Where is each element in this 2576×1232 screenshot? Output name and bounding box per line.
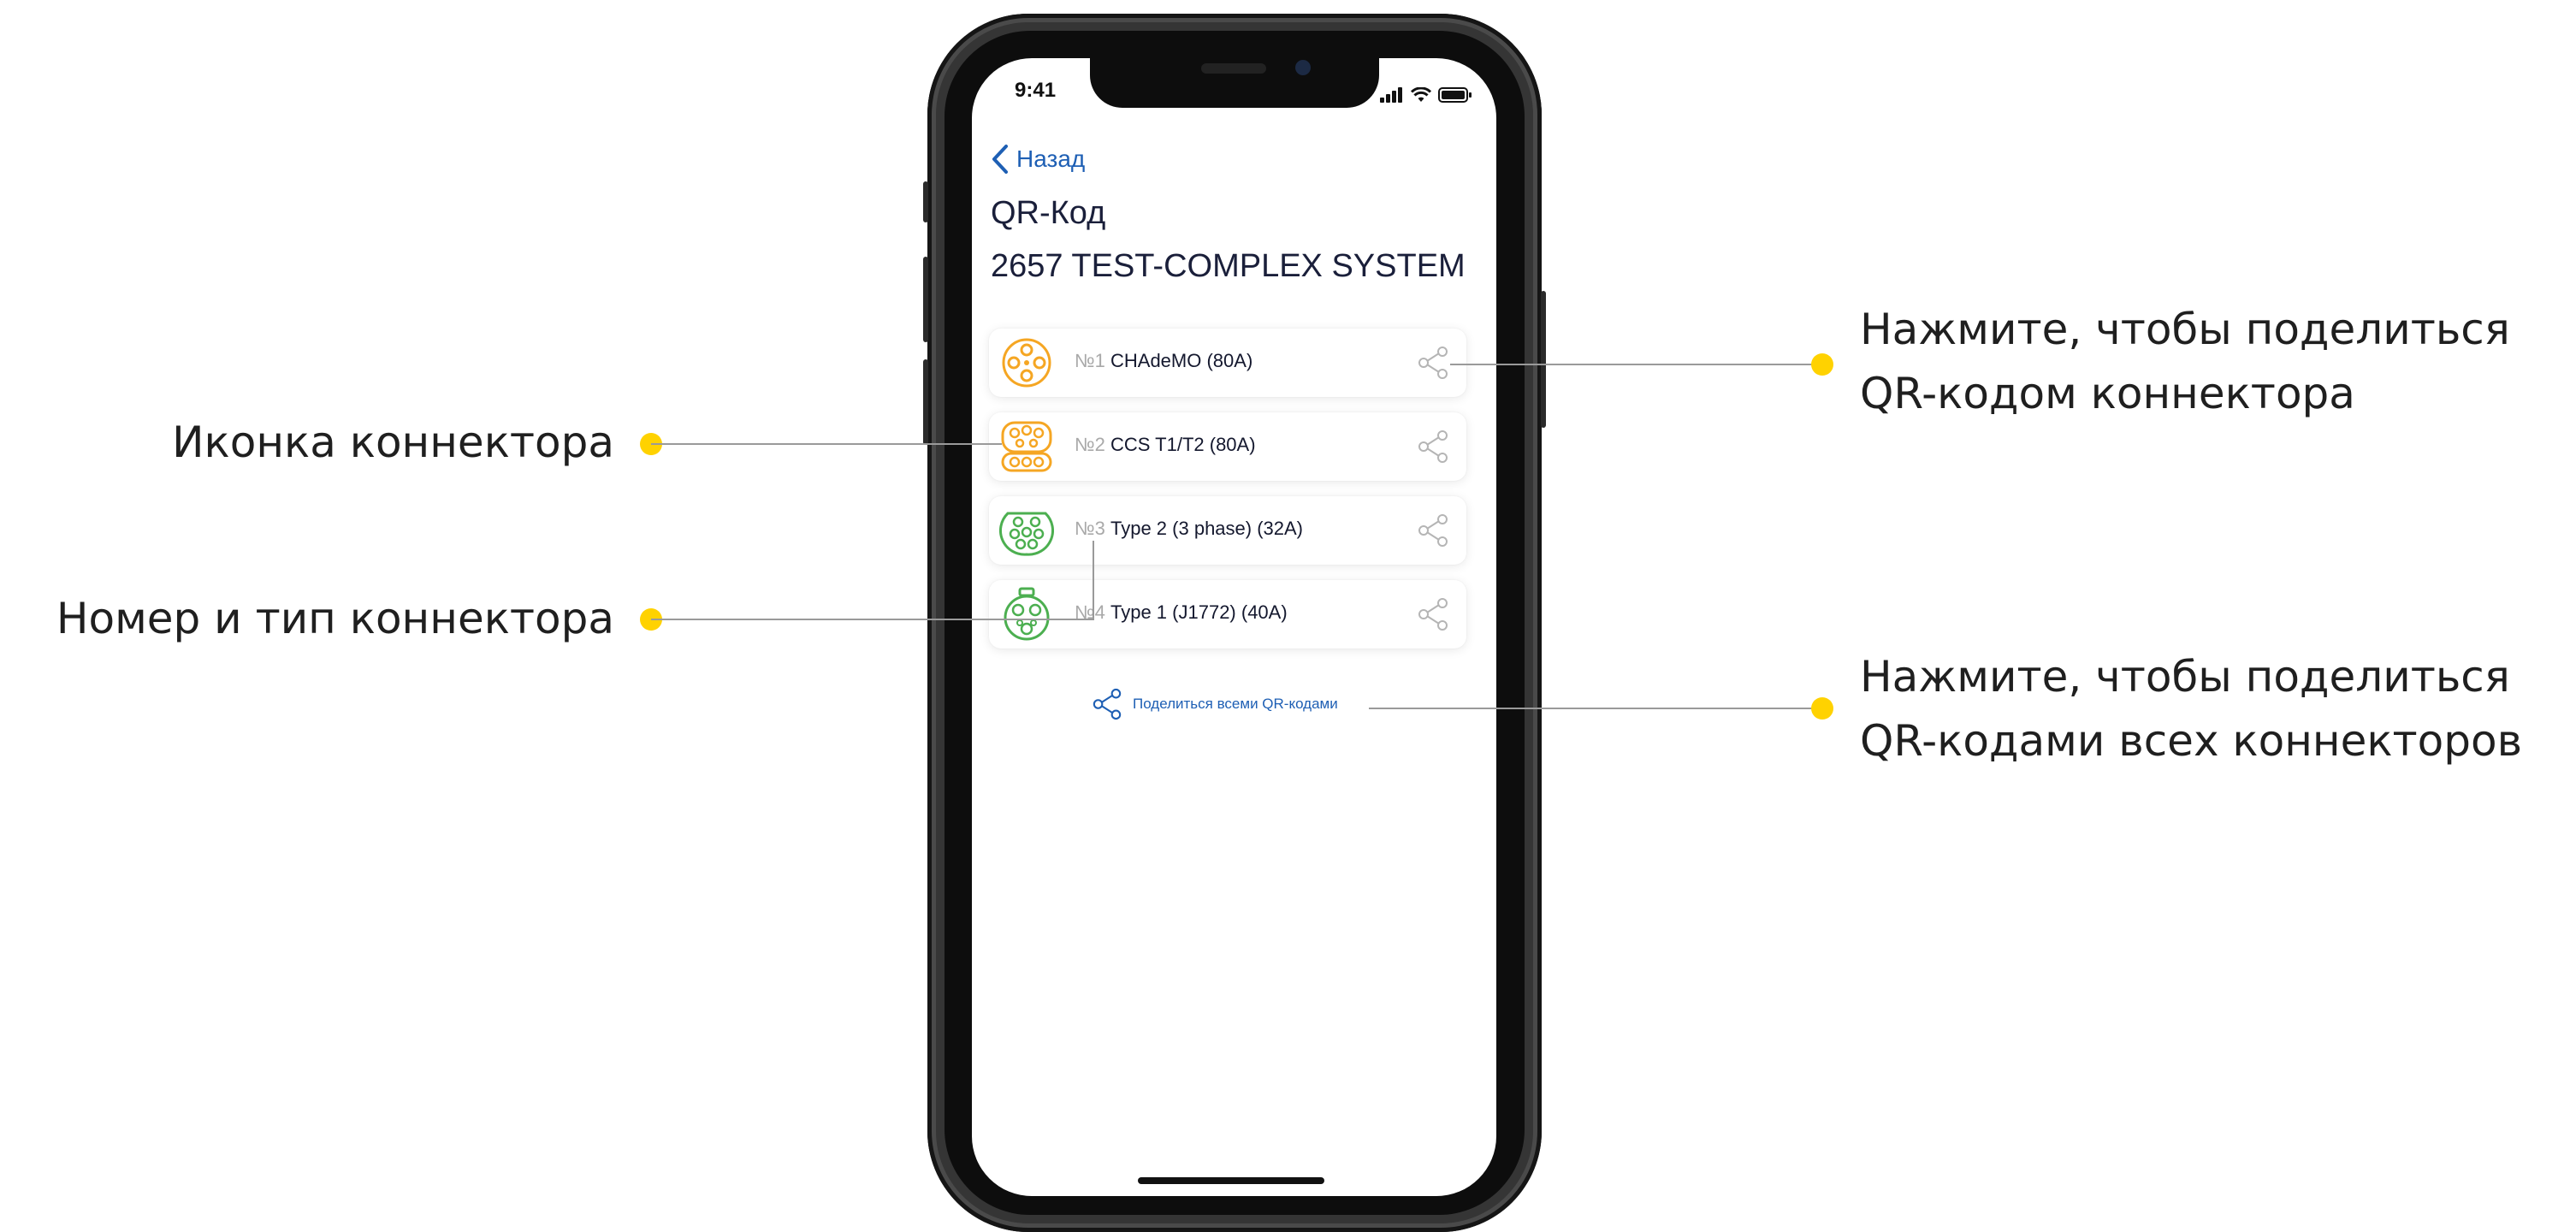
- connector-row[interactable]: №2 CCS T1/T2 (80A): [989, 412, 1466, 481]
- callout-line: [651, 619, 1094, 620]
- type1-connector-icon: [1004, 587, 1050, 641]
- share-all-button[interactable]: Поделиться всеми QR-кодами: [1092, 688, 1338, 720]
- connector-number: №1: [1075, 350, 1105, 371]
- callout-share-one-line1: Нажмите, чтобы поделиться: [1860, 305, 2510, 354]
- callout-number-type: Номер и тип коннектора: [56, 594, 614, 643]
- callout-line: [1093, 541, 1094, 619]
- connector-number: №4: [1075, 601, 1105, 623]
- connector-type: Type 2 (3 phase) (32A): [1110, 518, 1304, 539]
- connector-type: CCS T1/T2 (80A): [1110, 434, 1256, 455]
- callout-line: [651, 443, 1002, 445]
- callout-dot: [1811, 353, 1833, 376]
- callout-share-one-line2: QR-кодом коннектора: [1860, 369, 2355, 418]
- speaker: [1201, 63, 1266, 74]
- ccs-connector-icon: [1001, 421, 1052, 472]
- status-icons: [1380, 82, 1472, 103]
- cellular-signal-icon: [1380, 87, 1402, 103]
- share-icon: [1093, 688, 1122, 720]
- callout-line: [1369, 708, 1822, 709]
- status-time: 9:41: [1015, 79, 1057, 102]
- phone-screen: 9:41 Назад QR-Код 2657 TEST-COMPLEX SYST…: [972, 58, 1496, 1196]
- connector-type: Type 1 (J1772) (40A): [1110, 601, 1288, 623]
- front-camera: [1295, 60, 1311, 75]
- share-icon[interactable]: [1417, 429, 1449, 464]
- callout-share-all-line2: QR-кодами всех коннекторов: [1860, 716, 2523, 766]
- volume-up-button: [923, 257, 928, 342]
- connector-row[interactable]: №3 Type 2 (3 phase) (32A): [989, 496, 1466, 565]
- chevron-left-icon: [992, 145, 1008, 174]
- connector-type: CHAdeMO (80A): [1110, 350, 1253, 371]
- connector-row[interactable]: №4 Type 1 (J1772) (40A): [989, 580, 1466, 649]
- callout-share-all: Нажмите, чтобы поделиться QR-кодами всех…: [1860, 645, 2522, 773]
- share-all-label: Поделиться всеми QR-кодами: [1133, 696, 1338, 712]
- wifi-icon: [1411, 87, 1431, 102]
- callout-share-all-line1: Нажмите, чтобы поделиться: [1860, 652, 2510, 702]
- chademo-connector-icon: [1002, 338, 1051, 388]
- connector-number: №3: [1075, 518, 1105, 539]
- back-button[interactable]: Назад: [991, 140, 1085, 178]
- back-label: Назад: [1016, 145, 1086, 172]
- station-name: 2657 TEST-COMPLEX SYSTEM: [991, 248, 1466, 284]
- battery-icon: [1438, 87, 1472, 103]
- volume-down-button: [923, 359, 928, 445]
- power-button: [1541, 291, 1546, 428]
- type2-connector-icon: [999, 512, 1054, 556]
- callout-dot: [1811, 697, 1833, 720]
- connector-number: №2: [1075, 434, 1105, 455]
- callout-share-one: Нажмите, чтобы поделиться QR-кодом конне…: [1860, 298, 2510, 426]
- share-icon[interactable]: [1417, 513, 1449, 548]
- callout-connector-icon: Иконка коннектора: [172, 418, 614, 467]
- home-indicator[interactable]: [1138, 1177, 1324, 1184]
- silent-switch: [923, 181, 928, 222]
- connector-row[interactable]: №1 CHAdeMO (80A): [989, 329, 1466, 397]
- share-icon[interactable]: [1417, 346, 1449, 380]
- notch: [1090, 58, 1379, 108]
- share-icon[interactable]: [1417, 597, 1449, 631]
- callout-line: [1450, 364, 1822, 365]
- page-title: QR-Код: [991, 195, 1106, 231]
